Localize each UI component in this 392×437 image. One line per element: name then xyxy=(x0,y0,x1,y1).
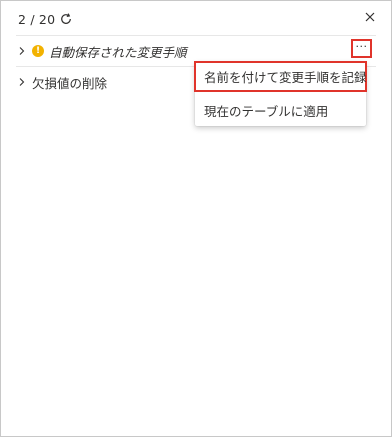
more-icon: ··· xyxy=(355,39,368,53)
close-icon[interactable] xyxy=(362,9,378,25)
panel-header: 2 / 20 xyxy=(18,11,73,27)
more-options-button[interactable]: ··· xyxy=(351,39,372,58)
refresh-icon[interactable] xyxy=(59,12,73,26)
menu-item-apply-to-table[interactable]: 現在のテーブルに適用 xyxy=(195,94,366,126)
chevron-right-icon[interactable] xyxy=(16,45,28,57)
context-menu: 名前を付けて変更手順を記録 現在のテーブルに適用 xyxy=(194,61,367,126)
menu-item-record-steps[interactable]: 名前を付けて変更手順を記録 xyxy=(194,61,367,92)
chevron-right-icon[interactable] xyxy=(16,76,28,88)
step-label: 自動保存された変更手順 xyxy=(49,44,187,60)
warning-icon: ! xyxy=(32,45,44,57)
step-label: 欠損値の削除 xyxy=(32,75,108,91)
change-steps-panel: 2 / 20 ! 自動保存された変更手順 欠損値の削除 ··· 名前を付けて変更… xyxy=(0,0,392,437)
step-counter: 2 / 20 xyxy=(18,11,56,27)
